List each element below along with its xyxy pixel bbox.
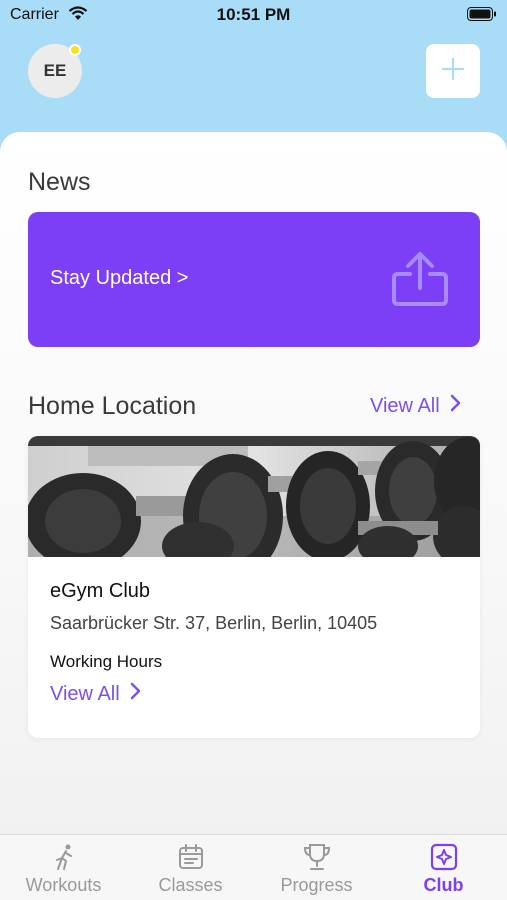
tab-bar: Workouts Classes Progress Club [0, 834, 507, 900]
view-all-label: View All [370, 394, 440, 417]
running-person-icon [53, 835, 75, 873]
tab-label: Classes [158, 875, 223, 895]
chevron-right-icon [450, 394, 461, 418]
working-hours-view-all[interactable]: View All [50, 682, 141, 706]
avatar[interactable]: EE [28, 44, 82, 98]
club-card[interactable]: eGym Club Saarbrücker Str. 37, Berlin, B… [28, 436, 480, 738]
club-icon [430, 835, 458, 873]
add-button[interactable] [426, 44, 480, 98]
club-address: Saarbrücker Str. 37, Berlin, Berlin, 104… [50, 613, 378, 633]
trophy-icon [302, 835, 332, 873]
home-location-title: Home Location [28, 392, 197, 420]
tab-workouts[interactable]: Workouts [0, 835, 127, 900]
news-card[interactable]: Stay Updated > [28, 212, 480, 347]
chevron-right-icon [130, 682, 141, 706]
home-location-view-all[interactable]: View All [370, 394, 461, 418]
tab-label: Club [423, 875, 464, 895]
share-icon [390, 250, 450, 313]
main-sheet: News Stay Updated > Home Location View A… [0, 132, 507, 834]
clock: 10:51 PM [216, 5, 291, 24]
avatar-initials: EE [43, 61, 67, 80]
battery-icon [467, 7, 497, 27]
news-title: News [28, 168, 91, 196]
dumbbell-rack-photo [28, 436, 480, 557]
tab-progress[interactable]: Progress [253, 835, 380, 900]
plus-icon [441, 57, 465, 85]
tab-label: Workouts [25, 875, 102, 895]
tab-club[interactable]: Club [380, 835, 507, 900]
status-bar: Carrier 10:51 PM [0, 0, 507, 30]
working-hours-label: Working Hours [50, 652, 163, 671]
news-card-label: Stay Updated > [50, 267, 189, 289]
notification-badge [69, 44, 81, 56]
view-all-label: View All [50, 682, 120, 705]
tab-label: Progress [280, 875, 353, 895]
club-name: eGym Club [50, 580, 151, 602]
tab-classes[interactable]: Classes [127, 835, 254, 900]
calendar-icon [178, 835, 204, 873]
